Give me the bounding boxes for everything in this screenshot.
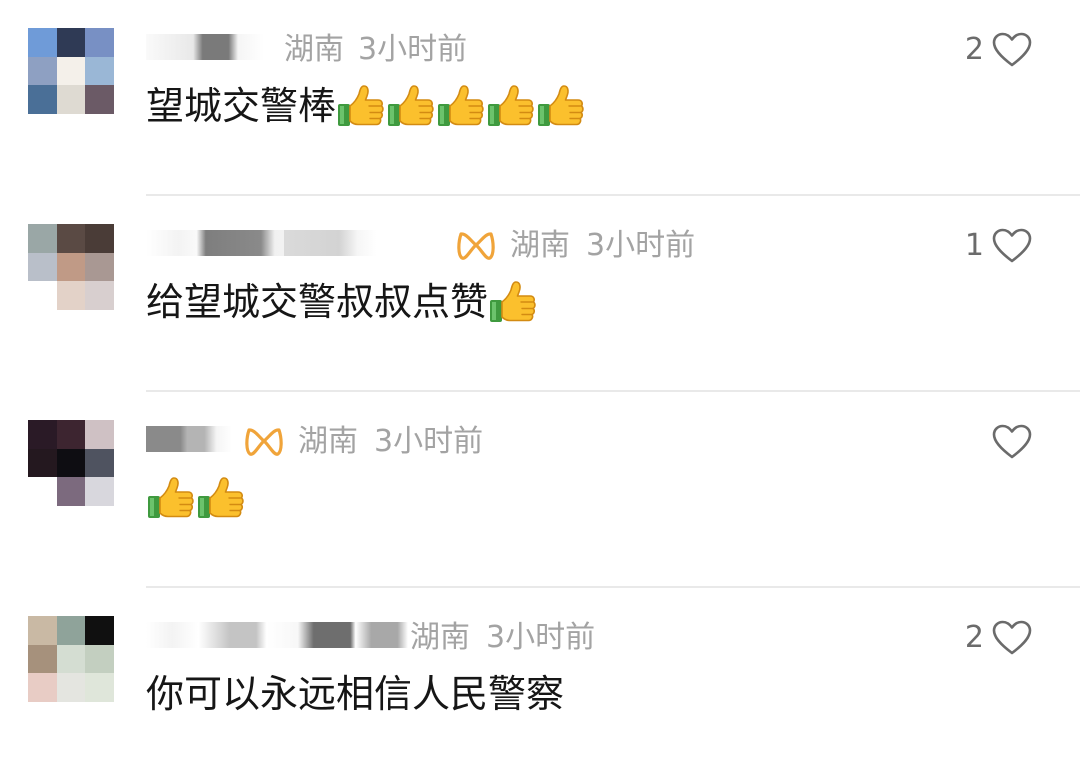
avatar[interactable] (28, 28, 114, 114)
avatar-pixel (28, 420, 57, 449)
avatar-pixel (28, 85, 57, 114)
vip-badge-icon[interactable] (456, 229, 496, 263)
thumbs-up-emoji-icon (336, 82, 386, 130)
avatar-pixel (85, 673, 114, 702)
time-label: 3小时前 (358, 32, 468, 67)
comment-content: 你可以永远相信人民警察 (146, 666, 564, 722)
avatar-pixel (85, 448, 114, 478)
comment-content: 望城交警棒 (146, 78, 586, 134)
like-count: 2 (964, 32, 984, 67)
thumbs-up-emoji-icon (146, 474, 196, 522)
thumbs-up-emoji-icon (436, 82, 486, 130)
avatar-pixel (56, 477, 86, 506)
avatar-pixel (28, 56, 57, 86)
avatar-pixel (85, 616, 114, 645)
vip-badge-icon[interactable] (244, 425, 284, 459)
like-button[interactable] (984, 420, 1032, 464)
thumbs-up-emoji-icon (488, 278, 538, 326)
avatar[interactable] (28, 616, 114, 702)
comment-meta: 湖南 3小时前 (146, 422, 1006, 462)
thumbs-up-emoji-icon (386, 82, 436, 130)
avatar-pixel (85, 420, 114, 449)
username-redacted[interactable] (146, 622, 408, 648)
location-label: 湖南 (510, 228, 570, 263)
avatar-pixel (85, 85, 114, 114)
time-label: 3小时前 (586, 228, 696, 263)
location-label: 湖南 (284, 32, 344, 67)
avatar-pixel (85, 56, 114, 86)
avatar-pixel (28, 448, 57, 478)
avatar-pixel (28, 644, 57, 674)
avatar-pixel (28, 673, 57, 702)
avatar-pixel (85, 224, 114, 253)
avatar-pixel (28, 224, 57, 253)
avatar-pixel (56, 420, 86, 449)
avatar-pixel (28, 281, 57, 310)
location-label: 湖南 (298, 424, 358, 459)
thumbs-group (336, 82, 586, 130)
thumbs-up-emoji-icon (536, 82, 586, 130)
thumbs-up-emoji-icon (486, 82, 536, 130)
avatar-pixel (56, 28, 86, 57)
avatar-pixel (85, 644, 114, 674)
avatar-pixel (56, 252, 86, 282)
username-redacted[interactable] (146, 34, 264, 60)
avatar-pixel (56, 448, 86, 478)
avatar[interactable] (28, 420, 114, 506)
avatar-pixel (85, 477, 114, 506)
avatar-pixel (85, 28, 114, 57)
username-redacted[interactable] (146, 426, 232, 452)
avatar-pixel (28, 477, 57, 506)
like-button[interactable]: 2 (965, 616, 1032, 660)
comment-meta: 湖南 3小时前 (146, 226, 1006, 266)
comment-meta: 湖南 3小时前 (146, 618, 1006, 658)
avatar-pixel (56, 224, 86, 253)
like-count: 2 (964, 620, 984, 655)
comment-item: 湖南 3小时前 (0, 392, 1080, 588)
comment-meta: 湖南 3小时前 (146, 30, 1006, 70)
heart-outline-icon[interactable] (992, 228, 1032, 264)
avatar[interactable] (28, 224, 114, 310)
like-button[interactable]: 2 (965, 28, 1032, 72)
comment-content: 给望城交警叔叔点赞 (146, 274, 538, 330)
avatar-pixel (56, 56, 86, 86)
comment-item: 湖南 3小时前 1 给望城交警叔叔点赞 (0, 196, 1080, 392)
comment-text: 你可以永远相信人民警察 (146, 672, 565, 716)
avatar-pixel (28, 616, 57, 645)
thumbs-group (488, 278, 538, 326)
thumbs-up-emoji-icon (196, 474, 246, 522)
avatar-pixel (56, 281, 86, 310)
time-label: 3小时前 (486, 620, 596, 655)
avatar-pixel (85, 252, 114, 282)
username-redacted (284, 230, 376, 256)
avatar-pixel (28, 252, 57, 282)
location-label: 湖南 (410, 620, 470, 655)
comment-item: 湖南 3小时前 2 望城交警棒 (0, 0, 1080, 196)
avatar-pixel (28, 28, 57, 57)
like-button[interactable]: 1 (965, 224, 1032, 268)
comment-item: 湖南 3小时前 2 你可以永远相信人民警察 (0, 588, 1080, 784)
avatar-pixel (56, 644, 86, 674)
avatar-pixel (56, 616, 86, 645)
comment-text: 望城交警棒 (146, 84, 337, 128)
time-label: 3小时前 (374, 424, 484, 459)
avatar-pixel (56, 673, 86, 702)
heart-outline-icon[interactable] (992, 32, 1032, 68)
heart-outline-icon[interactable] (992, 620, 1032, 656)
comment-text: 给望城交警叔叔点赞 (146, 280, 489, 324)
thumbs-group (146, 474, 246, 522)
heart-outline-icon[interactable] (992, 424, 1032, 460)
avatar-pixel (56, 85, 86, 114)
like-count: 1 (964, 228, 984, 263)
comment-content (146, 470, 246, 526)
avatar-pixel (85, 281, 114, 310)
